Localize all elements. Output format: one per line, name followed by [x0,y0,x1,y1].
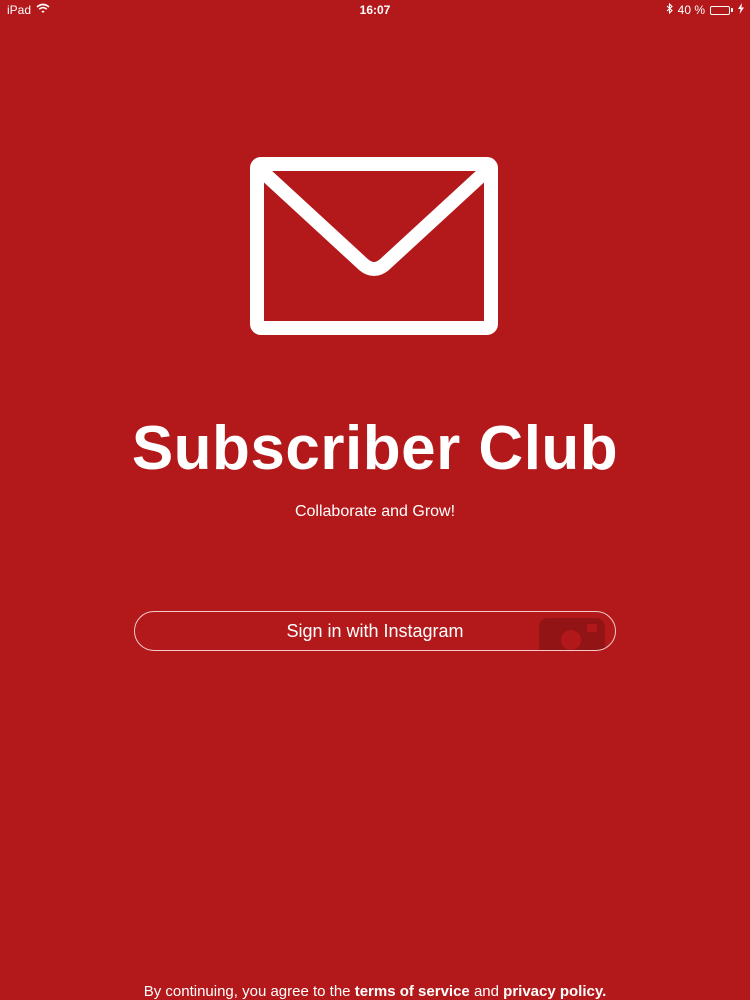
login-screen: iPad 16:07 40 % Subscriber Club Collabor… [0,0,750,1000]
app-tagline: Collaborate and Grow! [294,503,456,520]
charging-icon [738,3,744,17]
footer-prefix: By continuing, you agree to the [143,983,355,1000]
status-time: 16:07 [359,3,391,17]
envelope-icon [250,157,498,335]
instagram-icon [537,616,607,650]
privacy-policy-link[interactable]: privacy policy. [503,983,606,1000]
battery-icon [710,5,733,15]
app-title: Subscriber Club [131,414,619,483]
battery-percent: 40 % [677,3,705,17]
legal-footer: By continuing, you agree to the terms of… [0,983,750,1000]
status-bar: iPad 16:07 40 % [0,0,750,22]
status-right: 40 % [666,2,744,17]
bluetooth-icon [666,2,673,17]
footer-middle: and [469,983,504,1000]
sign-in-instagram-button[interactable]: Sign in with Instagram [134,611,616,651]
terms-of-service-link[interactable]: terms of service [355,983,470,1000]
sign-in-label: Sign in with Instagram [286,620,464,641]
